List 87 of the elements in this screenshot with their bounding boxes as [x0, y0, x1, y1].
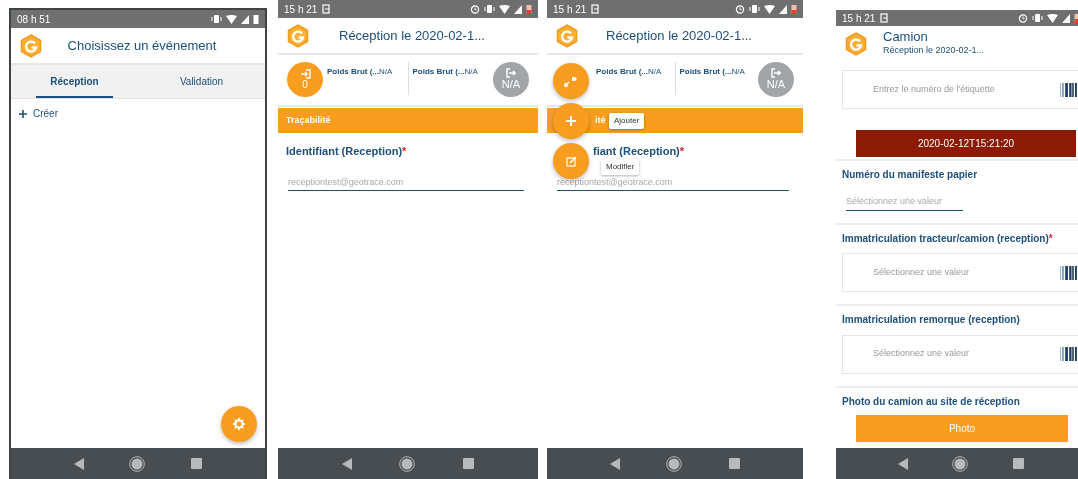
signal-icon: [514, 4, 522, 14]
logo-icon: [556, 23, 578, 48]
weight-reading: Poids Brut (...N/A: [596, 66, 663, 78]
signal-icon: [1062, 13, 1070, 23]
logo-icon: [287, 23, 309, 48]
recents-icon[interactable]: [463, 458, 475, 469]
battery-icon: [791, 4, 797, 14]
wifi-icon: [499, 4, 510, 14]
home-icon[interactable]: [399, 455, 416, 472]
alarm-icon: [470, 4, 480, 14]
logo-icon: [845, 32, 867, 56]
scan-field[interactable]: Sélectionnez une valeur: [842, 253, 1078, 292]
menu-tooltip[interactable]: Modifier: [601, 159, 640, 175]
date-button[interactable]: 2020-02-12T15:21:20: [856, 130, 1076, 157]
recents-icon[interactable]: [1012, 458, 1024, 469]
status-time: 15 h 21: [553, 2, 587, 17]
input-field[interactable]: receptiontest@geotrace.com: [557, 175, 789, 191]
entry-reading: 0: [287, 62, 323, 97]
screen-title: Choisissez un événement: [66, 36, 218, 55]
signal-icon: [241, 14, 249, 24]
exit-reading: N/A: [493, 62, 529, 97]
exit-reading: N/A: [758, 62, 794, 97]
screen-subtitle: Réception le 2020-02-1...: [883, 44, 985, 58]
tab[interactable]: Réception: [11, 65, 138, 98]
barcode-icon[interactable]: [1060, 347, 1077, 361]
screenshot-icon: [880, 13, 890, 23]
edit-icon: [565, 155, 577, 167]
status-time: 08 h 51: [17, 12, 51, 27]
screen-title: Réception le 2020-02-1...: [338, 26, 486, 45]
wifi-icon: [1047, 13, 1058, 23]
alarm-icon: [735, 4, 745, 14]
settings-icon: [233, 418, 245, 430]
required-asterisk: *: [1048, 232, 1053, 244]
status-time: 15 h 21: [842, 11, 876, 26]
field-label: Identifiant (Reception): [286, 145, 403, 157]
field-label: Numéro du manifeste papier: [842, 168, 979, 181]
vibrate-icon: [211, 14, 222, 24]
screen-title: Camion: [883, 30, 929, 45]
recents-icon[interactable]: [191, 458, 203, 469]
weight-reading: Poids Brut (...N/A: [412, 66, 479, 78]
barcode-icon[interactable]: [1060, 82, 1077, 97]
home-icon[interactable]: [666, 455, 683, 472]
sign-out-icon: [771, 68, 781, 79]
battery-icon: [253, 14, 259, 24]
screenshot-icon: [322, 4, 332, 14]
input-field[interactable]: receptiontest@geotrace.com: [288, 175, 524, 191]
weight-reading: Poids Brut (...N/A: [679, 66, 746, 78]
screen-title: Réception le 2020-02-1...: [605, 26, 753, 45]
status-time: 15 h 21: [284, 2, 318, 17]
fab-button[interactable]: [553, 103, 589, 139]
sign-in-icon: [299, 69, 311, 79]
input-field[interactable]: Sélectionnez une valeur: [846, 195, 963, 211]
wifi-icon: [764, 4, 775, 14]
vibrate-icon: [484, 4, 495, 14]
back-icon[interactable]: [610, 457, 621, 470]
plus-icon: [19, 109, 27, 118]
link-icon: [563, 74, 579, 88]
required-asterisk: *: [679, 145, 685, 157]
recents-icon[interactable]: [728, 458, 740, 469]
barcode-icon[interactable]: [1060, 265, 1077, 280]
plus-icon: [566, 116, 576, 126]
back-icon[interactable]: [341, 457, 352, 470]
home-icon[interactable]: [129, 455, 146, 472]
weight-reading: Poids Brut (...N/A: [327, 66, 394, 78]
scan-field[interactable]: Entrez le numéro de l'étiquette: [842, 70, 1078, 109]
back-icon[interactable]: [73, 457, 84, 470]
back-icon[interactable]: [898, 457, 909, 470]
field-label: Immatriculation remorque (reception): [842, 314, 1021, 327]
signal-icon: [779, 4, 787, 14]
field-label: Immatriculation tracteur/camion (reception): [842, 232, 1049, 244]
logo-icon: [20, 33, 42, 58]
battery-icon: [526, 4, 532, 14]
wifi-icon: [226, 14, 237, 24]
section-header: Traçabilité: [278, 108, 538, 133]
screenshot-icon: [591, 4, 601, 14]
tab[interactable]: Validation: [138, 65, 265, 98]
alarm-icon: [1018, 13, 1028, 23]
field-label: fiant (Reception): [593, 145, 680, 157]
required-asterisk: *: [402, 145, 407, 157]
vibrate-icon: [749, 4, 760, 14]
home-icon[interactable]: [952, 455, 969, 472]
vibrate-icon: [1032, 13, 1043, 23]
scan-field[interactable]: Sélectionnez une valeur: [842, 334, 1078, 374]
menu-tooltip[interactable]: Ajouter: [609, 113, 645, 129]
sign-out-icon: [506, 68, 516, 79]
create-link[interactable]: Créer: [19, 106, 58, 121]
field-label: Photo du camion au site de réception: [842, 395, 1021, 408]
